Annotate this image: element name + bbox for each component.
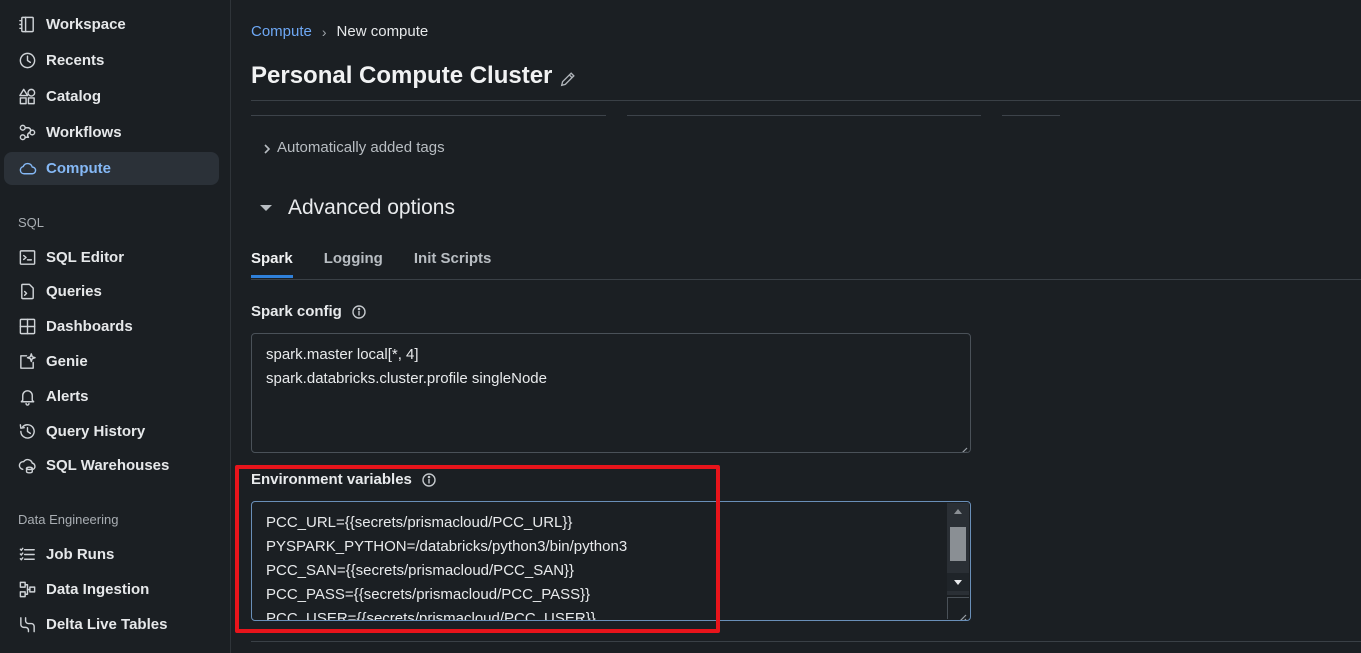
caret-down-icon bbox=[258, 200, 274, 216]
genie-icon bbox=[16, 351, 38, 373]
spark-config-line: spark.master local[*, 4] bbox=[266, 346, 419, 363]
page-title-text: Personal Compute Cluster bbox=[251, 62, 553, 89]
sidebar-item-label: Alerts bbox=[46, 388, 89, 405]
pencil-icon[interactable] bbox=[559, 67, 577, 87]
sidebar-item-delta-live-tables[interactable]: Delta Live Tables bbox=[4, 608, 219, 641]
spark-config-label-text: Spark config bbox=[251, 303, 342, 320]
sidebar-item-data-ingestion[interactable]: Data Ingestion bbox=[4, 573, 219, 606]
breadcrumb: Compute › New compute bbox=[251, 23, 428, 40]
env-var-line: PCC_PASS={{secrets/prismacloud/PCC_PASS}… bbox=[266, 586, 591, 603]
sidebar-item-workflows[interactable]: Workflows bbox=[4, 116, 219, 149]
clock-icon bbox=[16, 50, 38, 72]
environment-variables-textarea[interactable]: PCC_URL={{secrets/prismacloud/PCC_URL}} … bbox=[251, 501, 971, 621]
tab-spark[interactable]: Spark bbox=[251, 250, 293, 278]
env-var-line: PYSPARK_PYTHON=/databricks/python3/bin/p… bbox=[266, 538, 628, 555]
dashboards-icon bbox=[16, 316, 38, 338]
env-var-line: PCC_URL={{secrets/prismacloud/PCC_URL}} bbox=[266, 514, 573, 531]
textarea-corner bbox=[947, 597, 969, 620]
sidebar-item-catalog[interactable]: Catalog bbox=[4, 80, 219, 113]
chevron-right-icon bbox=[261, 142, 273, 154]
breadcrumb-separator: › bbox=[321, 23, 327, 40]
advanced-options-toggle[interactable]: Advanced options bbox=[258, 196, 455, 220]
sidebar-item-query-history[interactable]: Query History bbox=[4, 415, 219, 448]
advanced-tabs: Spark Logging Init Scripts bbox=[251, 250, 522, 278]
sidebar-item-queries[interactable]: Queries bbox=[4, 275, 219, 308]
history-icon bbox=[16, 421, 38, 443]
auto-tags-label: Automatically added tags bbox=[277, 139, 445, 156]
cloud-icon bbox=[16, 158, 38, 180]
environment-variables-label: Environment variables bbox=[251, 471, 436, 488]
sidebar-item-dashboards[interactable]: Dashboards bbox=[4, 310, 219, 343]
ingestion-icon bbox=[16, 579, 38, 601]
breadcrumb-current: New compute bbox=[336, 23, 429, 40]
sidebar-section-data-engineering: Data Engineering bbox=[18, 512, 119, 527]
workflows-icon bbox=[16, 122, 38, 144]
sidebar-section-sql: SQL bbox=[18, 215, 45, 230]
tab-init-scripts[interactable]: Init Scripts bbox=[414, 250, 492, 278]
page-title: Personal Compute Cluster bbox=[251, 62, 577, 90]
env-var-line: PCC_SAN={{secrets/prismacloud/PCC_SAN}} bbox=[266, 562, 575, 579]
catalog-icon bbox=[16, 86, 38, 108]
sidebar-item-sql-warehouses[interactable]: SQL Warehouses bbox=[4, 449, 219, 482]
resize-handle-icon[interactable] bbox=[958, 440, 968, 452]
sidebar-item-label: Compute bbox=[46, 160, 111, 177]
sidebar-item-sql-editor[interactable]: SQL Editor bbox=[4, 241, 219, 274]
sidebar-item-label: Genie bbox=[46, 353, 88, 370]
workspace-icon bbox=[16, 14, 38, 36]
warehouse-icon bbox=[16, 455, 38, 477]
scroll-up-icon[interactable] bbox=[947, 503, 969, 521]
main-content: Compute › New compute Personal Compute C… bbox=[232, 0, 1361, 653]
field-border-stub bbox=[627, 115, 981, 116]
spark-config-line: spark.databricks.cluster.profile singleN… bbox=[266, 370, 547, 387]
environment-variables-label-text: Environment variables bbox=[251, 471, 412, 488]
field-border-stub bbox=[1002, 115, 1060, 116]
sql-editor-icon bbox=[16, 247, 38, 269]
spark-config-textarea[interactable]: spark.master local[*, 4] spark.databrick… bbox=[251, 333, 971, 453]
automatically-added-tags-toggle[interactable]: Automatically added tags bbox=[261, 139, 445, 156]
breadcrumb-compute-link[interactable]: Compute bbox=[251, 23, 312, 40]
spark-config-label: Spark config bbox=[251, 303, 366, 320]
title-divider bbox=[251, 100, 1361, 101]
sidebar-item-compute[interactable]: Compute bbox=[4, 152, 219, 185]
env-var-line: PCC_USER={{secrets/prismacloud/PCC_USER}… bbox=[266, 610, 596, 621]
dlt-icon bbox=[16, 614, 38, 636]
sidebar-item-label: Dashboards bbox=[46, 318, 133, 335]
sidebar-item-label: Query History bbox=[46, 423, 146, 440]
sidebar-item-label: Queries bbox=[46, 283, 102, 300]
bell-icon bbox=[16, 386, 38, 408]
sidebar-item-label: Workflows bbox=[46, 124, 122, 141]
textarea-scrollbar[interactable] bbox=[947, 503, 969, 595]
queries-icon bbox=[16, 281, 38, 303]
sidebar-item-label: SQL Editor bbox=[46, 249, 125, 266]
tab-logging[interactable]: Logging bbox=[324, 250, 383, 278]
sidebar-item-label: SQL Warehouses bbox=[46, 457, 170, 474]
sidebar-item-recents[interactable]: Recents bbox=[4, 44, 219, 77]
sidebar-item-label: Data Ingestion bbox=[46, 581, 150, 598]
field-border-stub bbox=[251, 115, 606, 116]
sidebar-item-job-runs[interactable]: Job Runs bbox=[4, 538, 219, 571]
sidebar-item-label: Delta Live Tables bbox=[46, 616, 168, 633]
tabs-divider bbox=[251, 279, 1361, 280]
info-icon[interactable] bbox=[422, 472, 436, 487]
advanced-options-label: Advanced options bbox=[288, 196, 455, 219]
sidebar-item-label: Catalog bbox=[46, 88, 102, 105]
scrollbar-thumb[interactable] bbox=[950, 527, 966, 561]
sidebar: Workspace Recents Catalog Workflows Comp… bbox=[0, 0, 231, 653]
resize-handle-icon[interactable] bbox=[957, 607, 967, 620]
sidebar-item-genie[interactable]: Genie bbox=[4, 345, 219, 378]
scroll-down-icon[interactable] bbox=[947, 573, 969, 591]
sidebar-item-label: Workspace bbox=[46, 16, 126, 33]
job-runs-icon bbox=[16, 544, 38, 566]
sidebar-item-label: Job Runs bbox=[46, 546, 115, 563]
sidebar-item-workspace[interactable]: Workspace bbox=[4, 8, 219, 41]
info-icon[interactable] bbox=[352, 304, 366, 319]
sidebar-item-label: Recents bbox=[46, 52, 105, 69]
sidebar-item-alerts[interactable]: Alerts bbox=[4, 380, 219, 413]
bottom-divider bbox=[251, 641, 1361, 642]
